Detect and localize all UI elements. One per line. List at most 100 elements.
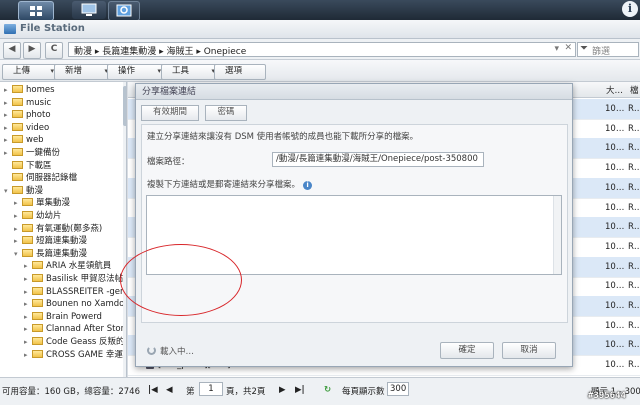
prev-page-icon[interactable]: ◀ <box>166 385 173 395</box>
tree-item[interactable]: 下載區 <box>4 160 52 172</box>
loading-spinner-icon <box>147 346 156 355</box>
tree-item[interactable]: ▸ web <box>4 134 44 146</box>
tree-item[interactable]: 伺服器記錄檔 <box>4 172 77 184</box>
file-size-cell: 10… <box>605 301 625 311</box>
tree-item[interactable]: ▸ photo <box>4 109 51 121</box>
tree-item[interactable]: ▸ CROSS GAME 幸運四 <box>24 349 126 361</box>
expand-icon[interactable]: ▸ <box>4 97 12 109</box>
expand-icon[interactable]: ▸ <box>24 298 32 310</box>
filter-icon: ⏷ <box>580 43 588 54</box>
expand-icon[interactable]: ▸ <box>4 109 12 121</box>
tree-item[interactable]: ▸ 單集動漫 <box>14 197 70 209</box>
expand-icon[interactable]: ▸ <box>24 286 32 298</box>
help-icon[interactable]: i <box>303 181 313 190</box>
tools-button[interactable]: 工具▾ <box>161 64 219 80</box>
tree-item-label: Basilisk 甲賀忍法帖 <box>46 274 124 284</box>
tree-item-label: Clannad After Story <box>46 324 127 335</box>
ok-button[interactable]: 確定 <box>440 342 494 359</box>
expand-icon[interactable]: ▸ <box>24 349 32 361</box>
file-type-cell: R… <box>628 360 640 371</box>
tab-validity-period[interactable]: 有效期間 <box>141 105 199 121</box>
tree-item-label: BLASSREITER -gen <box>46 286 126 297</box>
expand-icon[interactable]: ▸ <box>24 311 32 323</box>
expand-icon[interactable]: ▾ <box>4 185 12 197</box>
file-station-taskbar-button[interactable] <box>108 1 140 21</box>
tree-item[interactable]: ▸ music <box>4 97 51 109</box>
expand-icon[interactable]: ▸ <box>14 210 22 222</box>
refresh-button[interactable]: C <box>45 42 63 59</box>
filter-input[interactable]: ⏷ 篩選 <box>577 42 639 57</box>
tree-item[interactable]: ▸ 有氧運動(鄭多燕) <box>14 223 102 235</box>
tree-item-label: 一鍵備份 <box>26 148 61 158</box>
main-menu-button[interactable] <box>18 1 54 21</box>
tree-item[interactable]: ▸ Basilisk 甲賀忍法帖 <box>24 273 123 285</box>
tree-item[interactable]: ▸ homes <box>4 84 55 96</box>
expand-icon[interactable]: ▸ <box>24 260 32 272</box>
file-size-cell: 10… <box>605 340 625 351</box>
tree-item[interactable]: ▸ 幼幼片 <box>14 210 62 222</box>
tree-scrollbar[interactable] <box>123 82 126 377</box>
tree-item[interactable]: ▸ Clannad After Story <box>24 323 127 335</box>
window-titlebar: File Station <box>0 20 640 39</box>
tree-scroll-thumb[interactable] <box>123 86 126 126</box>
upload-button[interactable]: 上傳 ▾ <box>2 64 58 80</box>
file-size-cell: 10… <box>605 261 625 272</box>
expand-icon[interactable]: ▸ <box>14 223 22 235</box>
file-type-cell: R… <box>628 301 640 311</box>
folder-icon <box>12 185 23 194</box>
tree-item[interactable]: ▸ video <box>4 122 49 134</box>
tree-item[interactable]: ▸ BLASSREITER -gen <box>24 286 125 298</box>
expand-icon[interactable]: ▸ <box>4 134 12 146</box>
expand-icon[interactable]: ▸ <box>24 336 32 348</box>
file-path-field[interactable]: /動漫/長篇連集動漫/海賊王/Onepiece/post-350800 <box>272 152 484 167</box>
tree-item[interactable]: ▾ 動漫 <box>4 185 43 197</box>
expand-icon[interactable]: ▸ <box>4 84 12 96</box>
file-size-cell: 10… <box>605 163 625 174</box>
tree-item[interactable]: ▸ Brain Powerd <box>24 311 102 323</box>
clear-icon[interactable]: ✕ <box>564 43 572 53</box>
expand-icon[interactable]: ▸ <box>4 147 12 159</box>
create-button[interactable]: 新增▾ <box>54 64 112 80</box>
tree-item[interactable]: ▸ Code Geass 反叛的 <box>24 336 125 348</box>
expand-icon[interactable]: ▾ <box>14 248 22 260</box>
tab-password[interactable]: 密碼 <box>205 105 247 121</box>
info-icon[interactable]: i <box>622 1 638 17</box>
tree-item-label: Brain Powerd <box>46 311 102 322</box>
expand-icon[interactable]: ▸ <box>14 235 22 247</box>
path-dropdown-icon[interactable]: ▾ <box>554 44 559 54</box>
last-page-icon[interactable]: ▶| <box>295 385 305 395</box>
tree-item[interactable]: ▾ 長篇連集動漫 <box>14 248 87 260</box>
expand-icon[interactable]: ▸ <box>4 122 12 134</box>
cancel-button[interactable]: 取消 <box>502 342 556 359</box>
file-type-cell: R… <box>628 163 640 174</box>
path-text: 動漫 ▸ 長篇連集動漫 ▸ 海賊王 ▸ Onepiece <box>74 47 247 57</box>
size-column-header[interactable]: 大… <box>606 84 623 96</box>
back-button[interactable]: ◀ <box>3 42 21 59</box>
tree-item[interactable]: ▸ 短篇連集動漫 <box>14 235 87 247</box>
next-page-icon[interactable]: ▶ <box>279 385 286 395</box>
first-page-icon[interactable]: |◀ <box>148 385 158 395</box>
tree-item-label: 有氧運動(鄭多燕) <box>36 223 103 234</box>
file-size-cell: 10… <box>605 202 625 213</box>
path-breadcrumb[interactable]: 動漫 ▸ 長篇連集動漫 ▸ 海賊王 ▸ Onepiece ▾ ✕ <box>68 42 576 57</box>
settings-button[interactable]: 選項 <box>214 64 266 80</box>
page-input[interactable]: 1 <box>199 382 223 396</box>
expand-icon[interactable]: ▸ <box>24 273 32 285</box>
action-button[interactable]: 操作 ▾ <box>107 64 165 80</box>
type-column-header[interactable]: 檔 <box>630 84 639 96</box>
expand-icon[interactable]: ▸ <box>14 197 22 209</box>
tree-item[interactable]: ▸ 一鍵備份 <box>4 147 60 159</box>
window-title: File Station <box>20 23 85 34</box>
desktop-button[interactable] <box>72 1 106 19</box>
tree-item[interactable]: ▸ ARIA 水星領航員 <box>24 260 111 272</box>
file-type-cell: R… <box>628 281 640 292</box>
folder-icon <box>12 97 23 106</box>
forward-button[interactable]: ▶ <box>23 42 41 59</box>
expand-icon[interactable]: ▸ <box>24 323 32 335</box>
copy-link-text: 複製下方連結或是郵寄連結來分享檔案。 <box>147 180 301 190</box>
tree-item[interactable]: ▸ Bounen no Xamdou <box>24 298 126 310</box>
file-path-label: 檔案路徑： <box>147 157 190 167</box>
per-page-select[interactable]: 300 <box>387 382 409 396</box>
refresh-icon[interactable]: ↻ <box>324 385 331 395</box>
textarea-scrollbar[interactable] <box>553 196 561 274</box>
